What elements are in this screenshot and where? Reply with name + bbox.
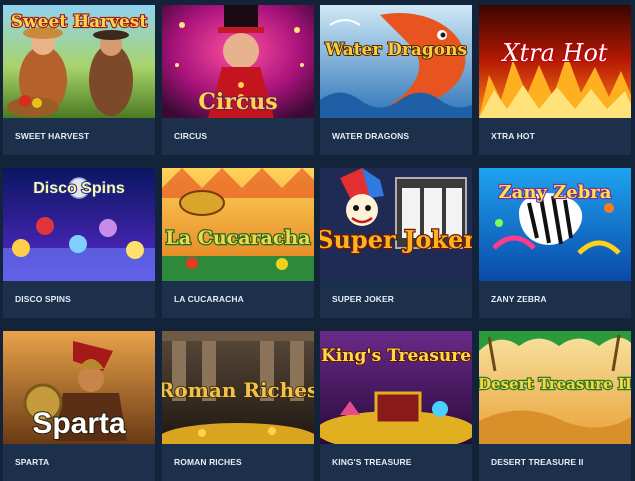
game-thumbnail[interactable]: Circus <box>162 5 314 118</box>
game-card-super-joker[interactable]: Super Joker SUPER JOKER <box>320 168 472 318</box>
game-logo: Zany Zebra <box>499 182 612 203</box>
game-logo: Desert Treasure II <box>479 375 631 393</box>
game-card-water-dragons[interactable]: Water Dragons WATER DRAGONS <box>320 5 472 155</box>
game-thumbnail[interactable]: Sparta <box>3 331 155 444</box>
game-card-sparta[interactable]: Sparta SPARTA <box>3 331 155 481</box>
game-thumbnail[interactable]: La Cucaracha <box>162 168 314 281</box>
game-thumbnail[interactable]: Zany Zebra <box>479 168 631 281</box>
game-grid: Sweet Harvest SWEET HARVEST Circus CIRCU… <box>0 0 635 481</box>
game-thumbnail[interactable]: Disco Spins <box>3 168 155 281</box>
game-logo: Roman Riches <box>162 378 314 402</box>
game-thumbnail[interactable]: Xtra Hot <box>479 5 631 118</box>
game-title: LA CUCARACHA <box>174 294 244 304</box>
game-thumbnail[interactable]: Desert Treasure II <box>479 331 631 444</box>
game-thumbnail[interactable]: Sweet Harvest <box>3 5 155 118</box>
game-title: XTRA HOT <box>491 131 535 141</box>
game-card-sweet-harvest[interactable]: Sweet Harvest SWEET HARVEST <box>3 5 155 155</box>
game-logo: Water Dragons <box>324 40 467 60</box>
game-card-roman-riches[interactable]: Roman Riches ROMAN RICHES <box>162 331 314 481</box>
game-card-desert-treasure-ii[interactable]: Desert Treasure II DESERT TREASURE II <box>479 331 631 481</box>
game-title: ROMAN RICHES <box>174 457 242 467</box>
game-thumbnail[interactable]: Super Joker <box>320 168 472 281</box>
game-card-kings-treasure[interactable]: King's Treasure KING'S TREASURE <box>320 331 472 481</box>
game-logo: La Cucaracha <box>165 227 310 249</box>
game-logo: Circus <box>198 89 277 115</box>
game-title: ZANY ZEBRA <box>491 294 547 304</box>
game-card-circus[interactable]: Circus CIRCUS <box>162 5 314 155</box>
game-title: DESERT TREASURE II <box>491 457 584 467</box>
game-logo: Sweet Harvest <box>11 12 148 32</box>
game-title: DISCO SPINS <box>15 294 71 304</box>
game-card-zany-zebra[interactable]: Zany Zebra ZANY ZEBRA <box>479 168 631 318</box>
game-logo: King's Treasure <box>321 346 471 366</box>
game-title: WATER DRAGONS <box>332 131 410 141</box>
game-thumbnail[interactable]: Water Dragons <box>320 5 472 118</box>
game-card-xtra-hot[interactable]: Xtra Hot XTRA HOT <box>479 5 631 155</box>
game-logo: Super Joker <box>320 225 472 254</box>
game-card-disco-spins[interactable]: Disco Spins DISCO SPINS <box>3 168 155 318</box>
game-title: SUPER JOKER <box>332 294 395 304</box>
game-logo: Sparta <box>32 407 126 440</box>
game-title: CIRCUS <box>174 131 208 141</box>
game-logo: Xtra Hot <box>500 39 608 67</box>
game-title: KING'S TREASURE <box>332 457 412 467</box>
game-title: SPARTA <box>15 457 50 467</box>
game-thumbnail[interactable]: Roman Riches <box>162 331 314 444</box>
game-card-la-cucaracha[interactable]: La Cucaracha LA CUCARACHA <box>162 168 314 318</box>
game-thumbnail[interactable]: King's Treasure <box>320 331 472 444</box>
game-logo: Disco Spins <box>33 180 125 197</box>
game-title: SWEET HARVEST <box>15 131 90 141</box>
